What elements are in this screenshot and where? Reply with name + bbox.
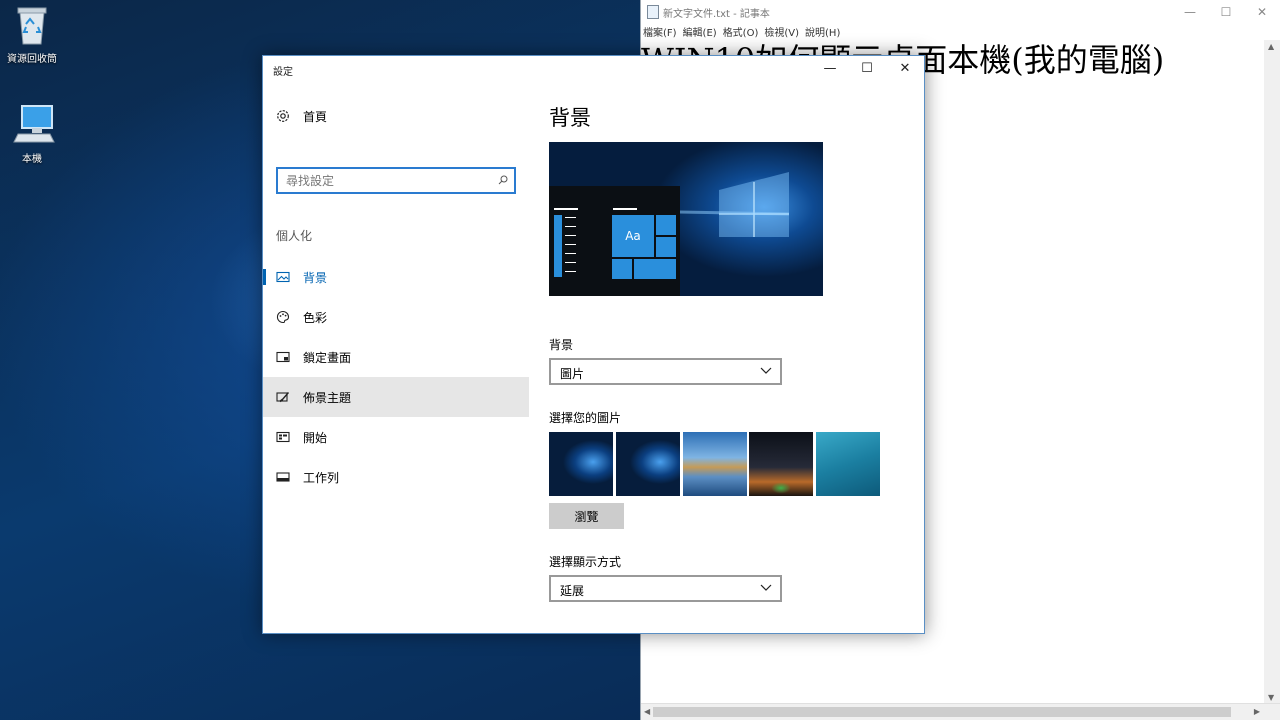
nav-item-label: 佈景主題 xyxy=(303,390,352,405)
desktop-icon-label: 本機 xyxy=(22,154,42,165)
settings-content: 背景 Aa 背景 圖片 選擇您的圖片 瀏覽 選擇顯示方式 延展 xyxy=(549,82,924,633)
picture-thumbnail[interactable] xyxy=(683,432,747,496)
scroll-right-arrow-icon[interactable]: ▶ xyxy=(1254,707,1260,716)
maximize-button[interactable]: ☐ xyxy=(849,59,885,79)
nav-item-label: 工作列 xyxy=(303,470,340,485)
nav-item-colors[interactable]: 色彩 xyxy=(263,297,529,337)
computer-icon xyxy=(12,104,55,146)
start-tiles-icon xyxy=(276,430,290,444)
background-dropdown-value: 圖片 xyxy=(560,367,585,381)
minimize-button[interactable]: — xyxy=(1172,5,1208,19)
maximize-button[interactable]: ☐ xyxy=(1208,5,1244,19)
chevron-down-icon xyxy=(760,581,772,593)
notepad-title: 新文字文件.txt - 記事本 xyxy=(663,8,770,20)
page-title: 背景 xyxy=(549,106,591,130)
desktop-icon-label: 資源回收筒 xyxy=(7,54,57,65)
fit-dropdown[interactable]: 延展 xyxy=(549,575,782,602)
fit-dropdown-value: 延展 xyxy=(560,584,585,598)
menu-format[interactable]: 格式(O) xyxy=(723,24,759,40)
desktop-icon-recycle-bin[interactable]: 資源回收筒 xyxy=(0,4,64,65)
search-icon[interactable] xyxy=(498,174,508,185)
picture-thumbnail[interactable] xyxy=(549,432,613,496)
desktop-icon-this-pc[interactable]: 本機 xyxy=(0,104,64,165)
scroll-left-arrow-icon[interactable]: ◀ xyxy=(644,707,650,716)
close-button[interactable]: ✕ xyxy=(887,59,923,79)
minimize-button[interactable]: — xyxy=(812,59,848,79)
selection-indicator xyxy=(263,269,266,285)
picture-icon xyxy=(276,270,290,284)
nav-item-taskbar[interactable]: 工作列 xyxy=(263,457,529,497)
settings-titlebar[interactable]: 設定 — ☐ ✕ xyxy=(263,56,924,82)
chevron-down-icon xyxy=(760,364,772,376)
nav-item-themes[interactable]: 佈景主題 xyxy=(263,377,529,417)
nav-item-start[interactable]: 開始 xyxy=(263,417,529,457)
nav-item-background[interactable]: 背景 xyxy=(263,257,529,297)
nav-item-label: 背景 xyxy=(303,270,328,285)
lock-screen-icon xyxy=(276,350,290,364)
search-box[interactable] xyxy=(276,167,516,194)
menu-edit[interactable]: 編輯(E) xyxy=(683,24,717,40)
close-button[interactable]: ✕ xyxy=(1244,5,1280,19)
scroll-down-arrow-icon[interactable]: ▼ xyxy=(1268,693,1274,702)
start-menu-preview: Aa xyxy=(549,186,680,296)
background-dropdown[interactable]: 圖片 xyxy=(549,358,782,385)
background-label: 背景 xyxy=(549,338,574,352)
gear-icon xyxy=(276,109,290,123)
settings-window: 設定 — ☐ ✕ 首頁 個人化 背景 xyxy=(262,55,925,634)
theme-brush-icon xyxy=(276,390,290,404)
browse-button[interactable]: 瀏覽 xyxy=(549,503,624,529)
nav-home-label: 首頁 xyxy=(303,109,328,124)
settings-title: 設定 xyxy=(273,67,293,78)
taskbar-icon xyxy=(276,470,290,484)
horizontal-scrollbar[interactable]: ◀ ▶ xyxy=(641,703,1280,720)
picture-thumbnail[interactable] xyxy=(816,432,880,496)
menu-view[interactable]: 檢視(V) xyxy=(764,24,799,40)
scroll-up-arrow-icon[interactable]: ▲ xyxy=(1268,42,1274,51)
search-input[interactable] xyxy=(278,169,494,192)
picture-thumbnail[interactable] xyxy=(749,432,813,496)
choose-picture-label: 選擇您的圖片 xyxy=(549,411,622,425)
nav-item-lock-screen[interactable]: 鎖定畫面 xyxy=(263,337,529,377)
section-heading: 個人化 xyxy=(276,229,313,243)
picture-thumbnail[interactable] xyxy=(616,432,680,496)
nav-item-label: 鎖定畫面 xyxy=(303,350,352,365)
menu-file[interactable]: 檔案(F) xyxy=(643,24,677,40)
vertical-scrollbar[interactable]: ▲ ▼ xyxy=(1264,40,1280,704)
notepad-menubar: 檔案(F) 編輯(E) 格式(O) 檢視(V) 說明(H) xyxy=(641,24,1280,40)
recycle-bin-icon xyxy=(12,4,52,46)
choose-fit-label: 選擇顯示方式 xyxy=(549,555,622,569)
scrollbar-thumb[interactable] xyxy=(653,707,1231,717)
settings-nav: 首頁 個人化 背景 色彩 鎖定畫面 xyxy=(263,82,529,633)
nav-item-label: 色彩 xyxy=(303,310,328,325)
desktop-preview: Aa xyxy=(549,142,823,296)
menu-help[interactable]: 說明(H) xyxy=(805,24,840,40)
notepad-titlebar[interactable]: 新文字文件.txt - 記事本 — ☐ ✕ xyxy=(641,0,1280,24)
accent-tile: Aa xyxy=(612,215,654,257)
palette-icon xyxy=(276,310,290,324)
notepad-icon xyxy=(647,5,659,19)
nav-item-label: 開始 xyxy=(303,430,328,445)
nav-home[interactable]: 首頁 xyxy=(263,96,529,136)
